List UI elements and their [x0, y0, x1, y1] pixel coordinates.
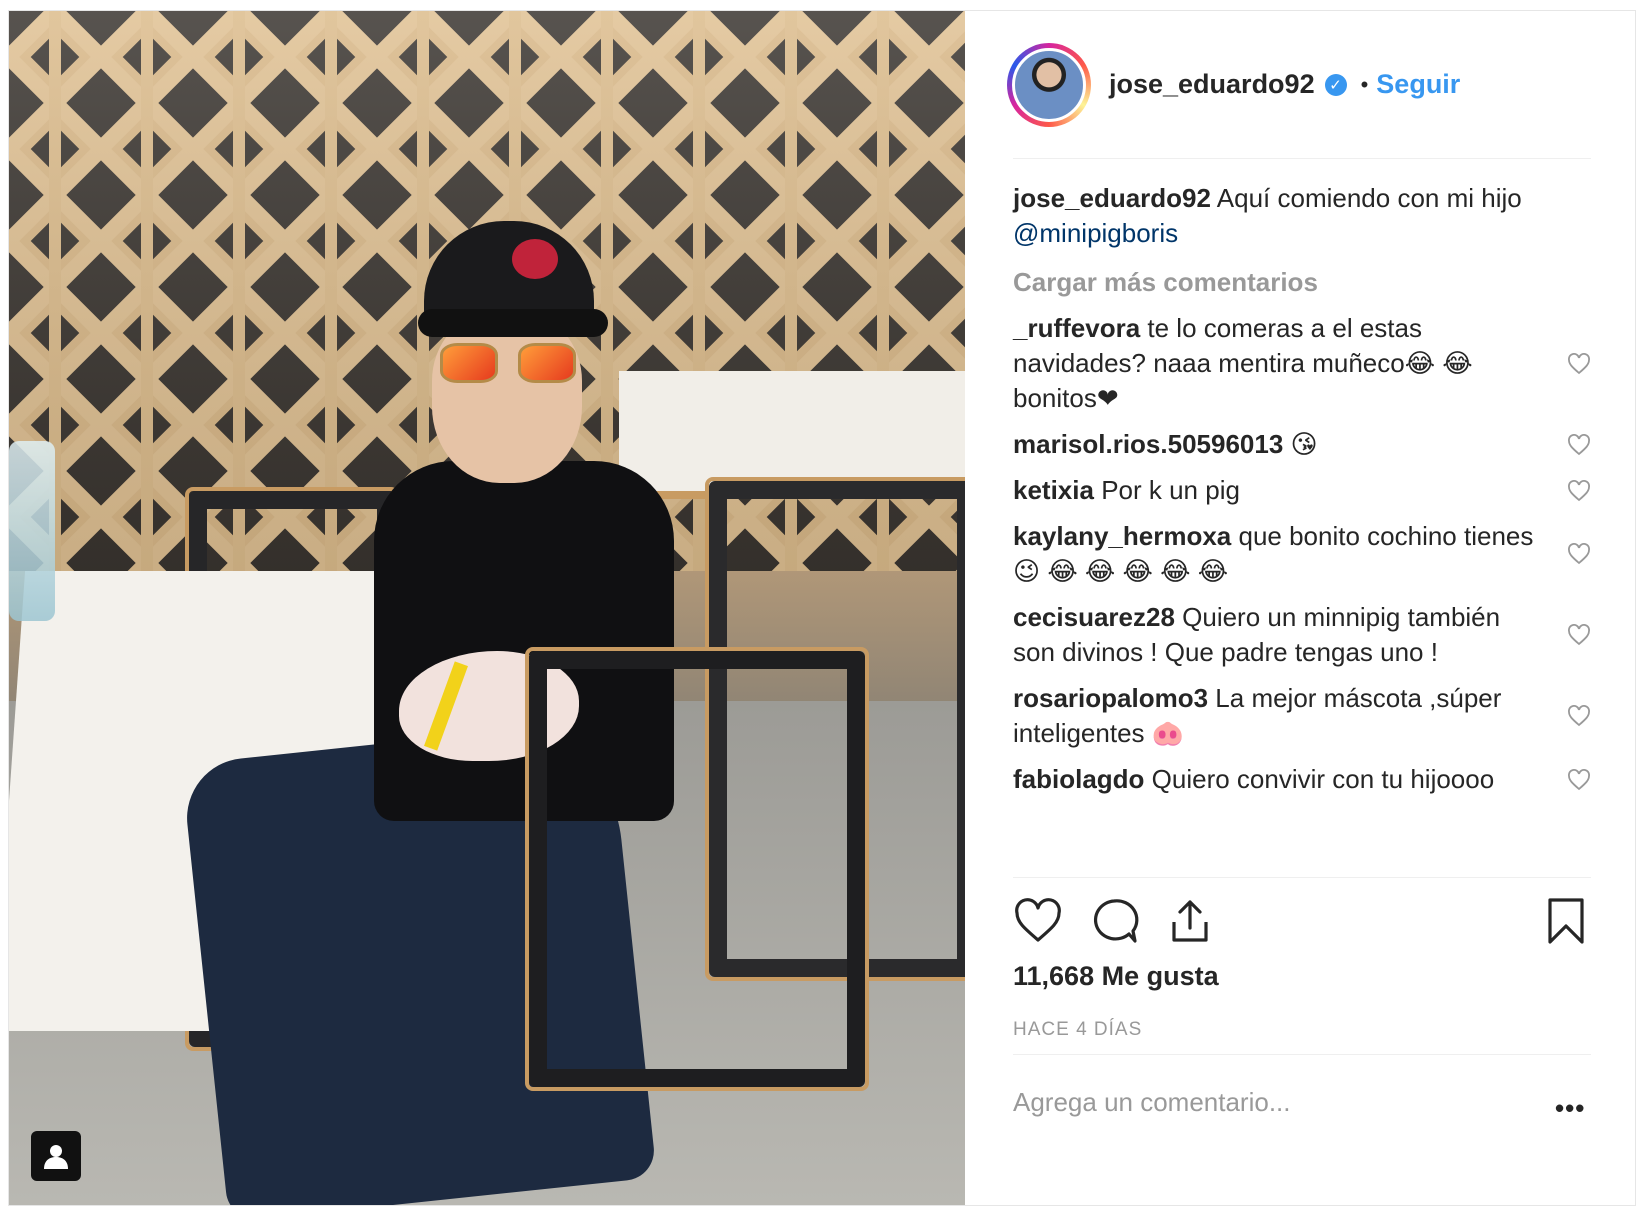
person-face [432, 313, 582, 483]
comment-username[interactable]: marisol.rios.50596013 [1013, 429, 1283, 459]
avatar-story-ring[interactable] [1007, 42, 1091, 127]
user-icon [44, 1145, 68, 1169]
comment-item: fabiolagdo Quiero convivir con tu hijooo… [1013, 762, 1591, 797]
comment-like-heart-icon[interactable] [1567, 479, 1591, 502]
post-sidebar: jose_eduardo92 ✓ • Seguir jose_eduardo92… [965, 11, 1635, 1205]
comment-divider [1013, 1054, 1591, 1055]
post-container: jose_eduardo92 ✓ • Seguir jose_eduardo92… [8, 10, 1636, 1206]
post-caption: jose_eduardo92 Aquí comiendo con mi hijo… [1013, 181, 1591, 251]
comment-item: marisol.rios.50596013 😘 [1013, 427, 1591, 462]
follow-button[interactable]: Seguir [1376, 69, 1460, 100]
load-more-comments-button[interactable]: Cargar más comentarios [1013, 265, 1591, 300]
header-separator: • [1360, 71, 1369, 97]
comment-item: ketixia Por k un pig [1013, 473, 1591, 508]
comment-like-heart-icon[interactable] [1567, 433, 1591, 456]
comment-like-heart-icon[interactable] [1567, 352, 1591, 375]
comment-like-heart-icon[interactable] [1567, 768, 1591, 791]
baseball-cap [418, 221, 608, 337]
comment-username[interactable]: kaylany_hermoxa [1013, 521, 1231, 551]
comment-text: 😘 [1290, 429, 1318, 459]
comment-like-heart-icon[interactable] [1567, 624, 1591, 646]
actions-divider [1013, 877, 1591, 878]
comment-username[interactable]: _ruffevora [1013, 313, 1140, 343]
caption-mention[interactable]: @minipigboris [1013, 218, 1178, 248]
caption-text: Aquí comiendo con mi hijo [1216, 183, 1522, 213]
more-options-button[interactable]: ••• [1555, 1093, 1585, 1124]
water-bottle [9, 441, 55, 621]
post-photo[interactable] [9, 11, 965, 1205]
comment-item: kaylany_hermoxa que bonito cochino tiene… [1013, 519, 1591, 589]
likes-count[interactable]: 11,668 Me gusta [1013, 961, 1219, 992]
comment-like-heart-icon[interactable] [1567, 705, 1591, 727]
post-actions [1013, 896, 1591, 952]
comment-item: cecisuarez28 Quiero un minnipig también … [1013, 600, 1591, 670]
avatar[interactable] [1012, 47, 1086, 122]
comment-username[interactable]: rosariopalomo3 [1013, 683, 1208, 713]
verified-badge-icon: ✓ [1324, 73, 1347, 96]
comment-username[interactable]: cecisuarez28 [1013, 602, 1175, 632]
comment-username[interactable]: ketixia [1013, 475, 1094, 505]
comment-username[interactable]: fabiolagdo [1013, 764, 1144, 794]
comments-list: jose_eduardo92 Aquí comiendo con mi hijo… [1013, 181, 1591, 797]
bookmark-icon[interactable] [1541, 896, 1591, 946]
tagged-users-button[interactable] [31, 1131, 81, 1181]
caption-username[interactable]: jose_eduardo92 [1013, 183, 1211, 213]
comment-text: Por k un pig [1101, 475, 1240, 505]
share-upload-icon[interactable] [1165, 896, 1215, 946]
sunglasses [440, 343, 576, 383]
post-timestamp[interactable]: HACE 4 DÍAS [1013, 1019, 1142, 1041]
heart-icon[interactable] [1013, 896, 1063, 946]
post-header: jose_eduardo92 ✓ • Seguir [1007, 11, 1591, 159]
comment-item: rosariopalomo3 La mejor máscota ,súper i… [1013, 681, 1591, 751]
comment-item: _ruffevora te lo comeras a el estas navi… [1013, 311, 1591, 416]
chair [525, 647, 869, 1091]
add-comment-input[interactable]: Agrega un comentario... [1013, 1087, 1291, 1118]
comment-text: Quiero convivir con tu hijoooo [1151, 764, 1495, 794]
comment-like-heart-icon[interactable] [1567, 543, 1591, 565]
header-username[interactable]: jose_eduardo92 [1109, 69, 1315, 100]
comment-bubble-icon[interactable] [1089, 896, 1139, 946]
